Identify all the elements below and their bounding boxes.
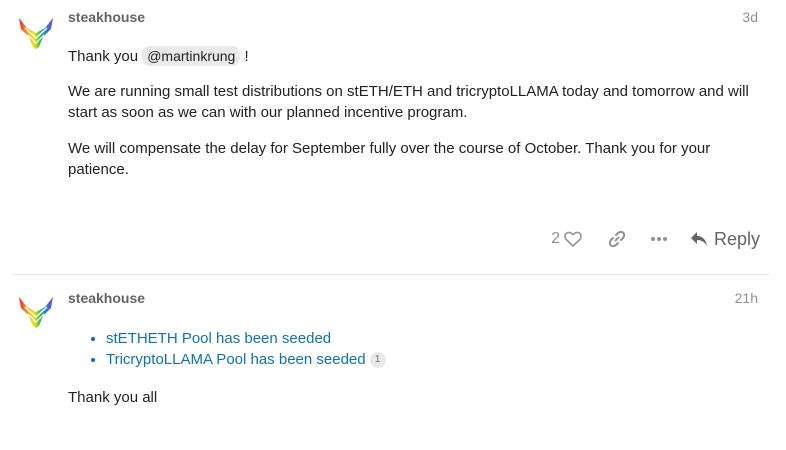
post-date[interactable]: 21h	[735, 290, 758, 306]
link-click-count-badge: 1	[369, 352, 386, 369]
steakhouse-logo-avatar[interactable]	[18, 295, 54, 329]
post-username[interactable]: steakhouse	[68, 290, 145, 306]
closing-text: Thank you all	[68, 389, 158, 406]
seeded-pools-list: stETHETH Pool has been seeded TricryptoL…	[68, 328, 386, 370]
list-item: TricryptoLLAMA Pool has been seeded1	[106, 349, 386, 370]
list-item: stETHETH Pool has been seeded	[106, 328, 386, 349]
tricrypto-pool-link[interactable]: TricryptoLLAMA Pool has been seeded	[106, 351, 366, 368]
post-2: steakhouse 21h stETHETH Pool has been se…	[0, 0, 786, 450]
steth-pool-link[interactable]: stETHETH Pool has been seeded	[106, 330, 331, 347]
